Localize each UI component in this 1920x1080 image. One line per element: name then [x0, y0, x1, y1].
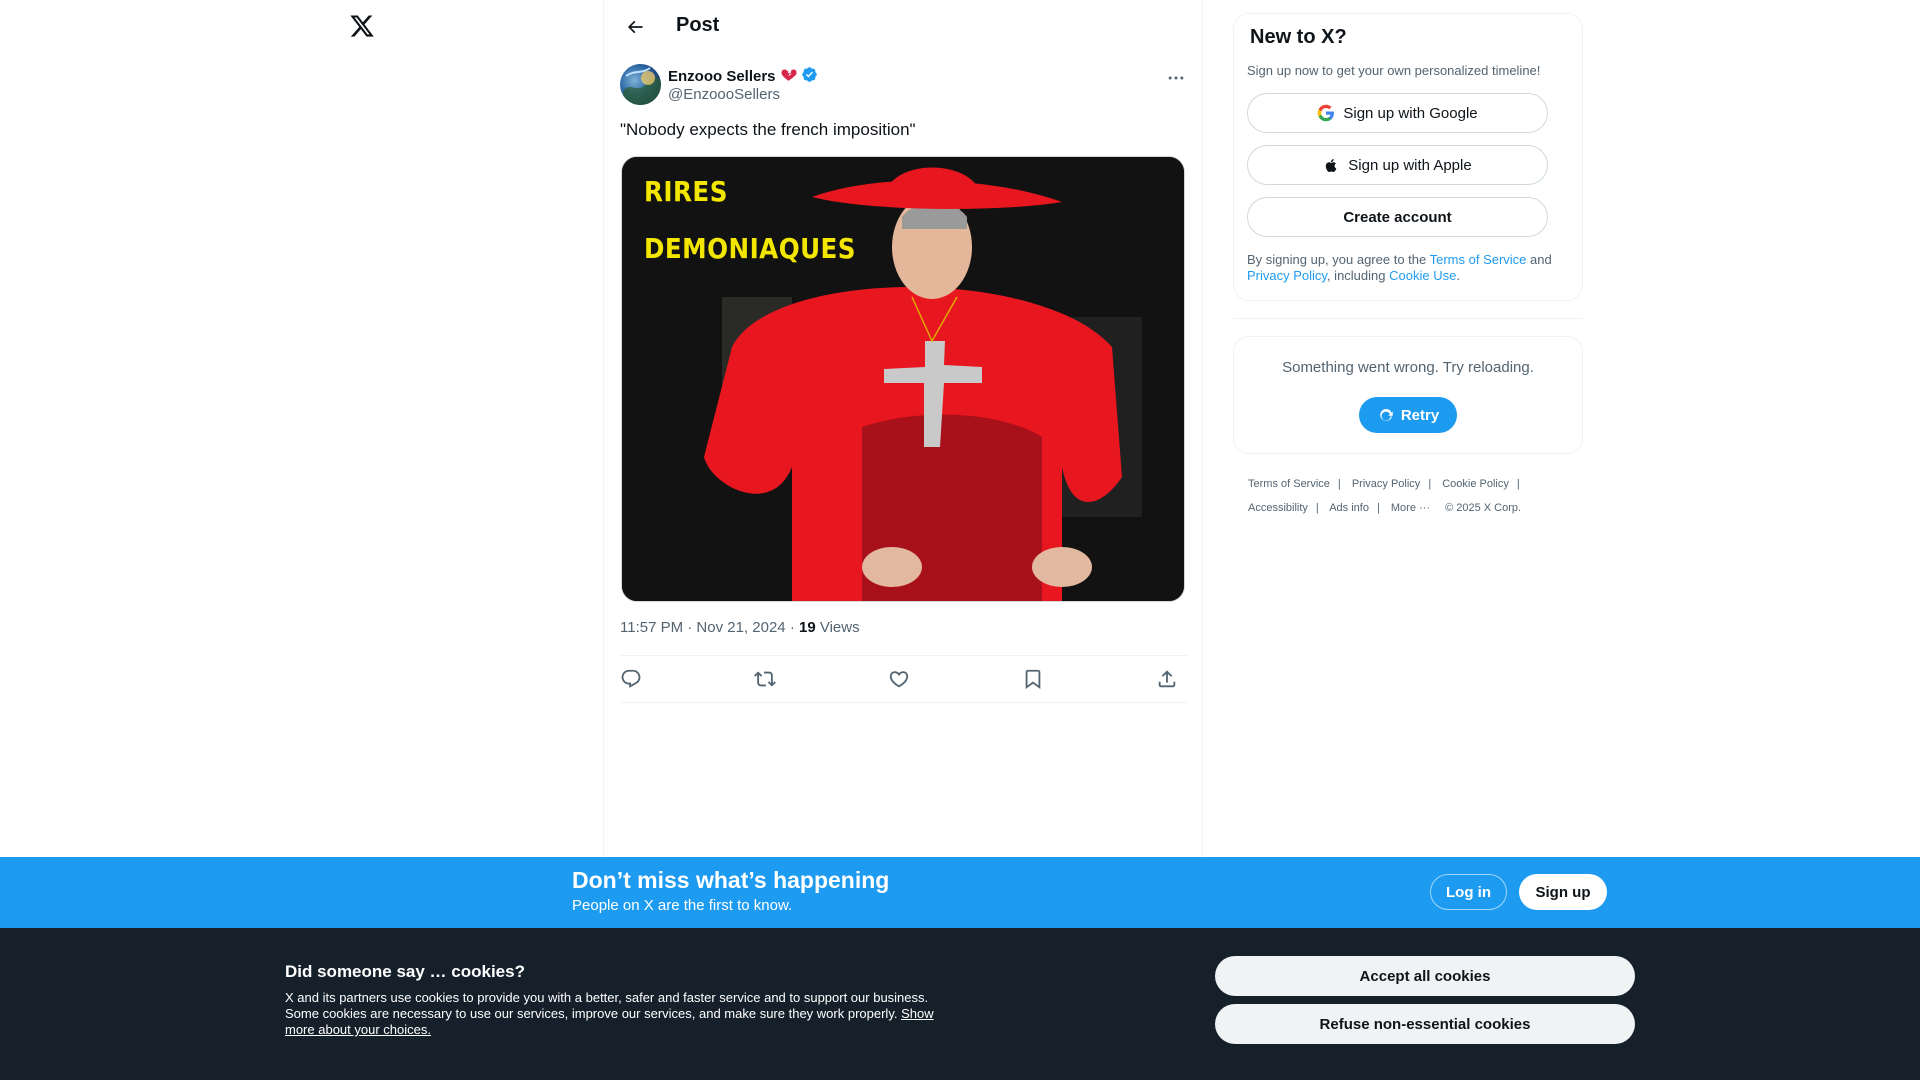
- signup-google-button[interactable]: Sign up with Google: [1247, 93, 1548, 133]
- bookmark-icon: [1025, 669, 1041, 690]
- footer-privacy-link[interactable]: Privacy Policy: [1352, 478, 1420, 490]
- refuse-cookies-button[interactable]: Refuse non-essential cookies: [1215, 1004, 1635, 1044]
- signup-google-label: Sign up with Google: [1343, 104, 1478, 122]
- footer-cookie-link[interactable]: Cookie Policy: [1442, 478, 1509, 490]
- heart-emoji-icon: [780, 66, 797, 87]
- reply-icon: [621, 669, 641, 688]
- tweet-actions: [620, 655, 1188, 703]
- arrow-left-icon: [627, 20, 643, 34]
- tweet-text: "Nobody expects the french imposition": [620, 120, 916, 139]
- retweet-icon: [754, 671, 776, 687]
- refresh-icon: [1380, 409, 1393, 421]
- like-icon: [889, 671, 909, 688]
- privacy-link[interactable]: Privacy Policy: [1247, 268, 1327, 283]
- apple-icon: [1326, 158, 1337, 172]
- signup-title: New to X?: [1250, 26, 1347, 48]
- banner-subtitle: People on X are the first to know.: [572, 897, 793, 914]
- tos-link[interactable]: Terms of Service: [1430, 252, 1527, 267]
- error-message: Something went wrong. Try reloading.: [1282, 359, 1534, 376]
- retweet-button[interactable]: [754, 668, 778, 692]
- share-button[interactable]: [1156, 668, 1180, 692]
- retry-label: Retry: [1400, 406, 1440, 424]
- like-button[interactable]: [888, 668, 912, 692]
- footer-accessibility-link[interactable]: Accessibility: [1248, 502, 1308, 514]
- tweet-author: Enzooo Sellers @EnzoooSellers: [620, 64, 1188, 108]
- more-options-button[interactable]: [1164, 66, 1188, 90]
- divider: [1233, 318, 1583, 319]
- image-caption-line1: RIRES: [644, 175, 728, 208]
- signup-apple-button[interactable]: Sign up with Apple: [1247, 145, 1548, 185]
- copyright: © 2025 X Corp.: [1445, 502, 1522, 514]
- google-icon: [1318, 104, 1335, 122]
- accept-cookies-button[interactable]: Accept all cookies: [1215, 956, 1635, 996]
- page-title: Post: [676, 14, 720, 36]
- login-button[interactable]: Log in: [1430, 874, 1507, 910]
- cookie-title: Did someone say … cookies?: [285, 962, 525, 981]
- signup-card: New to X? Sign up now to get your own pe…: [1233, 13, 1583, 301]
- bookmark-button[interactable]: [1022, 668, 1046, 692]
- cookie-banner: Did someone say … cookies? X and its par…: [0, 928, 1920, 1080]
- author-name-row[interactable]: Enzooo Sellers: [668, 66, 818, 87]
- signup-apple-label: Sign up with Apple: [1348, 156, 1472, 174]
- views-count: 19: [799, 619, 816, 636]
- cookie-body: X and its partners use cookies to provid…: [285, 990, 934, 1037]
- share-icon: [1158, 670, 1176, 688]
- verified-badge-icon: [801, 66, 818, 87]
- author-name[interactable]: Enzooo Sellers: [668, 68, 776, 85]
- signup-legal: By signing up, you agree to the Terms of…: [1247, 252, 1552, 283]
- image-caption-line2: DEMONIAQUES: [644, 232, 856, 265]
- signup-button[interactable]: Sign up: [1519, 874, 1607, 910]
- tweet-meta: 11:57 PM · Nov 21, 2024 · 19 Views: [620, 619, 860, 636]
- x-logo-icon[interactable]: [349, 12, 375, 42]
- footer-tos-link[interactable]: Terms of Service: [1248, 478, 1330, 490]
- footer-ads-link[interactable]: Ads info: [1329, 502, 1369, 514]
- views-label: Views: [819, 619, 860, 636]
- author-handle[interactable]: @EnzoooSellers: [668, 86, 780, 103]
- cookie-use-link[interactable]: Cookie Use: [1389, 268, 1456, 283]
- tweet-timestamp[interactable]: 11:57 PM · Nov 21, 2024: [620, 619, 786, 636]
- more-dots-icon: [1168, 76, 1184, 80]
- banner-title: Don’t miss what’s happening: [572, 867, 890, 893]
- cardinal-illustration: [622, 157, 1184, 601]
- post-header: Post: [604, 0, 1204, 53]
- main-column: Post Enzooo Sellers @EnzoooSellers "Nobo…: [603, 0, 1203, 860]
- retry-button[interactable]: Retry: [1359, 397, 1457, 433]
- signup-subtitle: Sign up now to get your own personalized…: [1247, 63, 1541, 78]
- footer-links: Terms of Service | Privacy Policy | Cookie…: [1248, 478, 1522, 514]
- reply-button[interactable]: [620, 668, 644, 692]
- footer-more-link[interactable]: More ···: [1391, 502, 1430, 514]
- create-account-button[interactable]: Create account: [1247, 197, 1548, 237]
- tweet-image[interactable]: RIRES DEMONIAQUES: [621, 156, 1185, 602]
- signup-banner: Don’t miss what’s happening People on X …: [0, 857, 1920, 928]
- create-account-label: Create account: [1343, 208, 1452, 226]
- avatar[interactable]: [620, 64, 661, 105]
- back-button[interactable]: [620, 12, 650, 42]
- error-card: Something went wrong. Try reloading. Ret…: [1233, 336, 1583, 454]
